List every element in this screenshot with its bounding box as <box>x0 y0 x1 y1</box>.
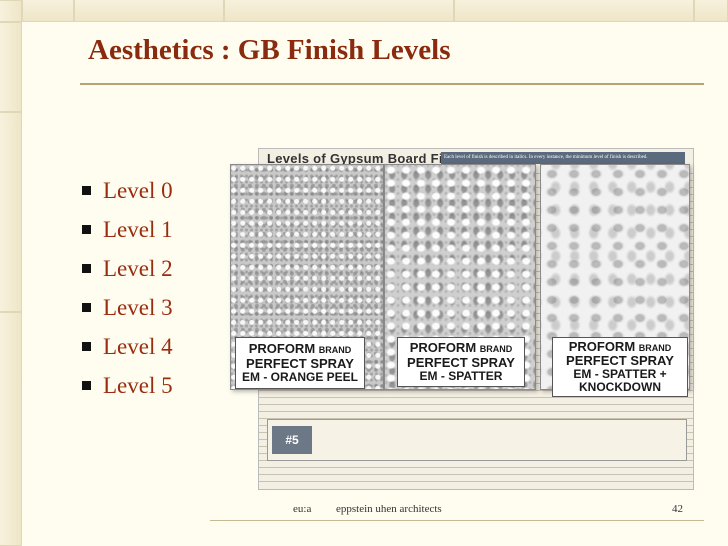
bullet-square-icon <box>82 303 91 312</box>
level-number: #5 <box>272 426 312 454</box>
footer-divider <box>210 520 704 521</box>
slide-title: Aesthetics : GB Finish Levels <box>88 34 451 66</box>
level-5-row: #5 <box>267 419 687 461</box>
orange-peel-label: PROFORM BRAND PERFECT SPRAY EM - ORANGE … <box>235 337 365 389</box>
document-note: Each level of finish is described in ita… <box>441 152 685 164</box>
list-item: Level 1 <box>80 217 173 256</box>
bullet-square-icon <box>82 381 91 390</box>
spatter-knockdown-label: PROFORM BRAND PERFECT SPRAY EM - SPATTER… <box>552 337 688 397</box>
list-item: Level 4 <box>80 334 173 373</box>
list-item: Level 3 <box>80 295 173 334</box>
bullet-square-icon <box>82 186 91 195</box>
bullet-square-icon <box>82 264 91 273</box>
footer-firm-name: eppstein uhen architects <box>336 503 442 515</box>
list-item: Level 0 <box>80 178 173 217</box>
bullet-square-icon <box>82 225 91 234</box>
page-number: 42 <box>672 503 683 515</box>
bullet-square-icon <box>82 342 91 351</box>
top-decor-bar <box>0 0 728 22</box>
list-item: Level 5 <box>80 373 173 412</box>
list-item: Level 2 <box>80 256 173 295</box>
finish-levels-list: Level 0 Level 1 Level 2 Level 3 Level 4 … <box>80 178 173 412</box>
title-divider <box>80 83 704 85</box>
left-decor-bar <box>0 0 22 546</box>
footer-logo: eu:a <box>293 503 312 515</box>
spatter-label: PROFORM BRAND PERFECT SPRAY EM - SPATTER <box>397 337 525 387</box>
